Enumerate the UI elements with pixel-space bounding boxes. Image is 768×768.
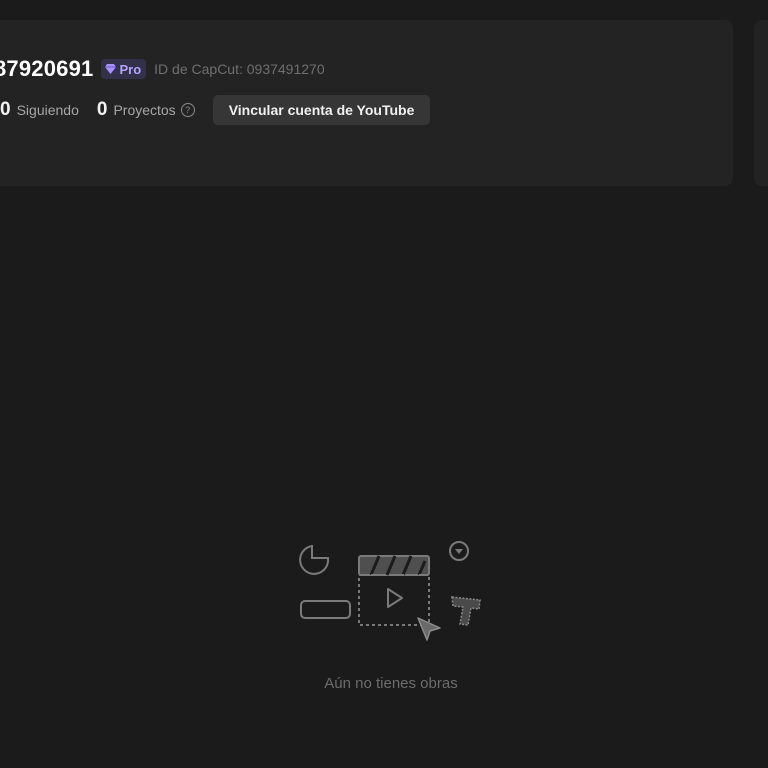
help-icon[interactable]: ? xyxy=(180,103,195,117)
projects-label: Proyectos xyxy=(113,102,176,118)
text-t-icon xyxy=(451,596,481,626)
following-label[interactable]: Siguiendo xyxy=(17,102,79,118)
capcut-id: ID de CapCut: 0937491270 xyxy=(154,61,325,77)
sticker-icon xyxy=(299,544,330,575)
username: 87920691 xyxy=(0,56,94,81)
following-count: 0 xyxy=(0,99,11,120)
diamond-icon xyxy=(105,64,117,74)
clapperboard-play-icon xyxy=(358,555,430,626)
side-card xyxy=(754,20,768,186)
profile-page: 87920691 Pro ID de CapCut: 0937491270 0 … xyxy=(0,0,768,768)
empty-works-illustration xyxy=(299,541,481,641)
download-circle-icon xyxy=(449,541,469,561)
empty-state-message: Aún no tienes obras xyxy=(324,675,458,692)
projects-count: 0 xyxy=(96,99,108,120)
caption-bar-icon xyxy=(300,600,351,619)
profile-header-row: 87920691 Pro ID de CapCut: 0937491270 xyxy=(0,54,325,84)
projects-stat: 0 Proyectos ? xyxy=(97,99,195,121)
link-youtube-button[interactable]: Vincular cuenta de YouTube xyxy=(212,95,431,125)
profile-stats-row: 0 Siguiendo 0 Proyectos ? Vincular cuent… xyxy=(0,95,431,125)
pro-badge-label: Pro xyxy=(119,61,142,77)
pro-badge[interactable]: Pro xyxy=(101,59,147,79)
